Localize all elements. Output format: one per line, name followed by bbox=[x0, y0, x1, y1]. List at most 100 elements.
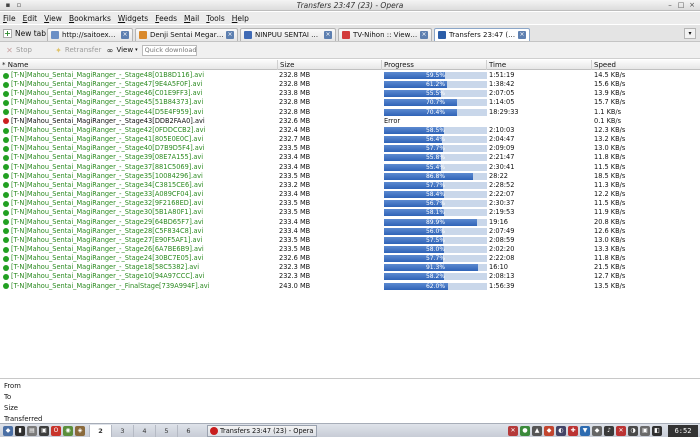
table-row[interactable]: [T-N]Mahou_Sentai_MagiRanger_-_Stage10[9… bbox=[0, 272, 700, 281]
table-row[interactable]: [T-N]Mahou_Sentai_MagiRanger_-_FinalStag… bbox=[0, 282, 700, 291]
table-row[interactable]: [T-N]Mahou_Sentai_MagiRanger_-_Stage30[5… bbox=[0, 208, 700, 217]
terminal-icon[interactable]: ▮ bbox=[15, 426, 25, 436]
start-menu-icon[interactable]: ◆ bbox=[3, 426, 13, 436]
transfer-time-cell: 2:04:47 bbox=[489, 135, 515, 144]
menu-widgets[interactable]: Widgets bbox=[118, 14, 148, 23]
column-header-speed[interactable]: Speed bbox=[592, 60, 700, 70]
column-header-size[interactable]: Size bbox=[278, 60, 382, 70]
table-row[interactable]: [T-N]Mahou_Sentai_MagiRanger_-_Stage28[C… bbox=[0, 227, 700, 236]
transfer-name-cell: [T-N]Mahou_Sentai_MagiRanger_-_Stage29[6… bbox=[3, 218, 275, 227]
tray-app-icon[interactable]: ◆ bbox=[592, 426, 602, 436]
tray-app-icon[interactable]: ✚ bbox=[568, 426, 578, 436]
tray-close-icon[interactable]: ✕ bbox=[508, 426, 518, 436]
stop-button[interactable]: ✕ Stop bbox=[5, 46, 32, 55]
table-row[interactable]: [T-N]Mahou_Sentai_MagiRanger_-_Stage34[C… bbox=[0, 181, 700, 190]
tab-megaranger[interactable]: Denji Sentai Megaranj... × bbox=[135, 28, 238, 41]
workspace-5[interactable]: 5 bbox=[155, 425, 177, 437]
opera-launcher-icon[interactable]: O bbox=[51, 426, 61, 436]
tray-app-icon[interactable]: ▼ bbox=[580, 426, 590, 436]
close-tab-icon[interactable]: × bbox=[121, 31, 129, 39]
workspace-6[interactable]: 6 bbox=[177, 425, 199, 437]
column-header-time[interactable]: Time bbox=[487, 60, 592, 70]
tab-saitoexe[interactable]: http://saitoexe.tripod.co... × bbox=[47, 28, 133, 41]
new-tab-button[interactable]: + New tab bbox=[3, 27, 46, 40]
table-row[interactable]: [T-N]Mahou_Sentai_MagiRanger_-_Stage24[3… bbox=[0, 254, 700, 263]
table-row[interactable]: [T-N]Mahou_Sentai_MagiRanger_-_Stage47[9… bbox=[0, 80, 700, 89]
table-row[interactable]: [T-N]Mahou_Sentai_MagiRanger_-_Stage44[D… bbox=[0, 108, 700, 117]
table-row[interactable]: [T-N]Mahou_Sentai_MagiRanger_-_Stage37[8… bbox=[0, 163, 700, 172]
close-tab-icon[interactable]: × bbox=[518, 31, 526, 39]
workspace-4[interactable]: 4 bbox=[133, 425, 155, 437]
page-favicon-icon bbox=[51, 31, 59, 39]
progress-bar: 59.5% bbox=[384, 72, 487, 79]
table-row[interactable]: [T-N]Mahou_Sentai_MagiRanger_-_Stage41[8… bbox=[0, 135, 700, 144]
close-tab-icon[interactable]: × bbox=[324, 31, 332, 39]
menu-view[interactable]: View bbox=[44, 14, 62, 23]
tab-tv-nihon[interactable]: TV-Nihon :: View topic ... × bbox=[338, 28, 432, 41]
transfer-speed-cell: 13.5 KB/s bbox=[594, 281, 626, 290]
tray-app-icon[interactable]: ✕ bbox=[616, 426, 626, 436]
tray-app-icon[interactable]: ▲ bbox=[532, 426, 542, 436]
app-launcher-icon[interactable]: ◈ bbox=[75, 426, 85, 436]
tray-app-icon[interactable]: ◆ bbox=[544, 426, 554, 436]
transfer-size-cell: 233.8 MB bbox=[279, 89, 311, 98]
menu-feeds[interactable]: Feeds bbox=[155, 14, 177, 23]
transfer-name-cell: [T-N]Mahou_Sentai_MagiRanger_-_Stage37[8… bbox=[3, 163, 275, 172]
close-icon[interactable]: × bbox=[688, 1, 696, 9]
status-icon bbox=[3, 228, 9, 235]
maximize-icon[interactable]: □ bbox=[677, 1, 685, 9]
transfer-name-cell: [T-N]Mahou_Sentai_MagiRanger_-_Stage27[E… bbox=[3, 236, 275, 245]
table-row[interactable]: [T-N]Mahou_Sentai_MagiRanger_-_Stage32[9… bbox=[0, 199, 700, 208]
table-row[interactable]: [T-N]Mahou_Sentai_MagiRanger_-_Stage40[D… bbox=[0, 144, 700, 153]
close-tab-icon[interactable]: × bbox=[226, 31, 234, 39]
menu-bookmarks[interactable]: Bookmarks bbox=[69, 14, 111, 23]
table-row[interactable]: [T-N]Mahou_Sentai_MagiRanger_-_Stage35[1… bbox=[0, 172, 700, 181]
close-tab-icon[interactable]: × bbox=[420, 31, 428, 39]
monitor-icon[interactable]: ▣ bbox=[39, 426, 49, 436]
transfer-size-cell: 233.2 MB bbox=[279, 180, 311, 189]
transfer-speed-cell: 20.8 KB/s bbox=[594, 217, 626, 226]
tab-transfers[interactable]: Transfers 23:47 (23) × bbox=[434, 28, 530, 41]
table-row[interactable]: [T-N]Mahou_Sentai_MagiRanger_-_Stage42[0… bbox=[0, 126, 700, 135]
tray-app-icon[interactable]: ◐ bbox=[556, 426, 566, 436]
tab-menu-button[interactable]: ▾ bbox=[684, 28, 696, 39]
table-row[interactable]: [T-N]Mahou_Sentai_MagiRanger_-_Stage26[6… bbox=[0, 245, 700, 254]
menu-edit[interactable]: Edit bbox=[23, 14, 38, 23]
taskbar-window-opera[interactable]: Transfers 23:47 (23) - Opera bbox=[207, 425, 317, 437]
tray-app-icon[interactable]: ◑ bbox=[628, 426, 638, 436]
transfer-speed-cell: 18.5 KB/s bbox=[594, 171, 626, 180]
table-row[interactable]: [T-N]Mahou_Sentai_MagiRanger_-_Stage18[5… bbox=[0, 263, 700, 272]
workspace-3[interactable]: 3 bbox=[111, 425, 133, 437]
tray-app-icon[interactable]: ▣ bbox=[640, 426, 650, 436]
table-row[interactable]: [T-N]Mahou_Sentai_MagiRanger_-_Stage33[A… bbox=[0, 190, 700, 199]
workspace-2[interactable]: 2 bbox=[89, 425, 111, 437]
minimize-icon[interactable]: – bbox=[666, 1, 674, 9]
tray-app-icon[interactable]: ◧ bbox=[652, 426, 662, 436]
table-row[interactable]: [T-N]Mahou_Sentai_MagiRanger_-_Stage43[D… bbox=[0, 117, 700, 126]
column-header-progress[interactable]: Progress bbox=[382, 60, 487, 70]
table-row[interactable]: [T-N]Mahou_Sentai_MagiRanger_-_Stage48[0… bbox=[0, 71, 700, 80]
progress-bar: 58.2% bbox=[384, 273, 487, 281]
table-row[interactable]: [T-N]Mahou_Sentai_MagiRanger_-_Stage39[0… bbox=[0, 153, 700, 162]
menu-mail[interactable]: Mail bbox=[184, 14, 199, 23]
retransfer-button[interactable]: ✦ Retransfer bbox=[54, 46, 101, 55]
table-row[interactable]: [T-N]Mahou_Sentai_MagiRanger_-_Stage27[E… bbox=[0, 236, 700, 245]
quick-download-input[interactable] bbox=[141, 44, 197, 56]
menu-file[interactable]: File bbox=[3, 14, 16, 23]
progress-percent: 57.7% bbox=[425, 145, 446, 153]
view-button[interactable]: ∞ View ▾ bbox=[105, 46, 138, 55]
file-manager-icon[interactable]: ▤ bbox=[27, 426, 37, 436]
table-row[interactable]: [T-N]Mahou_Sentai_MagiRanger_-_Stage46[C… bbox=[0, 89, 700, 98]
volume-icon[interactable]: ♪ bbox=[604, 426, 614, 436]
status-icon bbox=[3, 81, 9, 88]
table-row[interactable]: [T-N]Mahou_Sentai_MagiRanger_-_Stage29[6… bbox=[0, 218, 700, 227]
progress-bar: 55.8% bbox=[384, 154, 487, 162]
menu-help[interactable]: Help bbox=[232, 14, 249, 23]
column-header-name[interactable]: * Name bbox=[0, 60, 278, 70]
tab-hurricaneger[interactable]: NINPUU SENTAI HUR... × bbox=[240, 28, 336, 41]
menu-tools[interactable]: Tools bbox=[206, 14, 224, 23]
transfer-name-cell: [T-N]Mahou_Sentai_MagiRanger_-_Stage39[0… bbox=[3, 153, 275, 162]
tray-app-icon[interactable]: ● bbox=[520, 426, 530, 436]
app-launcher-icon[interactable]: ◉ bbox=[63, 426, 73, 436]
table-row[interactable]: [T-N]Mahou_Sentai_MagiRanger_-_Stage45[5… bbox=[0, 98, 700, 107]
